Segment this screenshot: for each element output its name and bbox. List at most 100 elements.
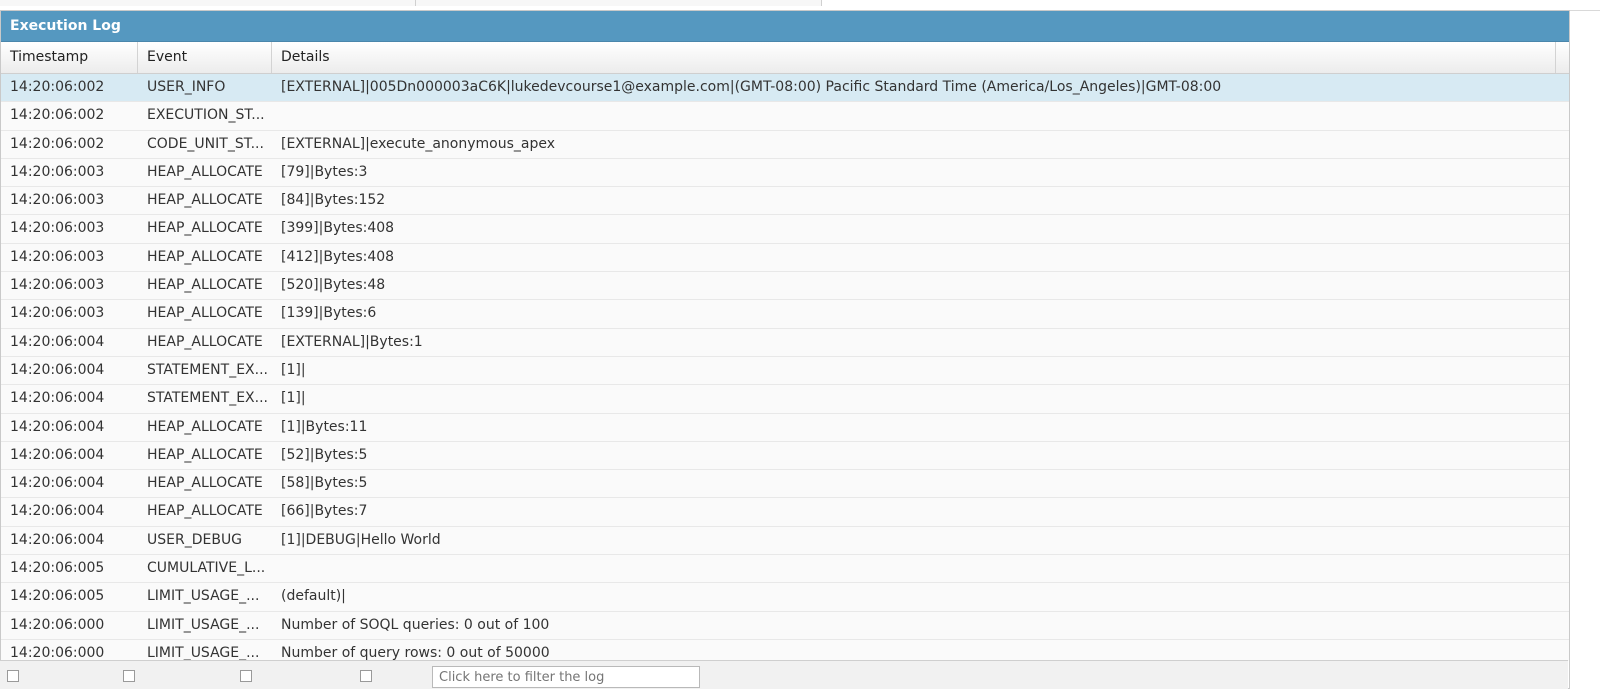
log-row[interactable]: 14:20:06:003 HEAP_ALLOCATE [84]|Bytes:152 — [1, 187, 1569, 216]
cell-details: Number of SOQL queries: 0 out of 100 — [281, 616, 550, 633]
log-row[interactable]: 14:20:06:004 STATEMENT_EX... [1]| — [1, 356, 1569, 386]
cell-details: [66]|Bytes:7 — [281, 503, 368, 520]
log-row[interactable]: 14:20:06:003 HEAP_ALLOCATE [139]|Bytes:6 — [1, 300, 1569, 329]
footer-checkbox[interactable] — [360, 670, 372, 682]
cell-event: LIMIT_USAGE_... — [147, 644, 260, 661]
cell-details: Number of query rows: 0 out of 50000 — [281, 644, 550, 661]
log-footer-toolbar — [0, 660, 1568, 689]
cell-event: USER_DEBUG — [147, 531, 243, 548]
log-row[interactable]: 14:20:06:005 LIMIT_USAGE_... (default)| — [1, 583, 1569, 612]
cell-details: [1]|DEBUG|Hello World — [281, 531, 441, 548]
cell-event: HEAP_ALLOCATE — [147, 333, 263, 350]
cell-timestamp: 14:20:06:002 — [10, 135, 105, 152]
cell-event: EXECUTION_ST... — [147, 107, 265, 124]
log-row[interactable]: 14:20:06:003 HEAP_ALLOCATE [79]|Bytes:3 — [1, 158, 1569, 188]
cell-event: HEAP_ALLOCATE — [147, 446, 263, 463]
cell-timestamp: 14:20:06:000 — [10, 616, 105, 633]
cell-timestamp: 14:20:06:004 — [10, 361, 105, 378]
cell-timestamp: 14:20:06:004 — [10, 390, 105, 407]
cell-details: [EXTERNAL]|execute_anonymous_apex — [281, 135, 555, 152]
cell-details — [272, 555, 1556, 582]
cell-details: [79]|Bytes:3 — [281, 163, 368, 180]
column-header-details[interactable]: Details — [272, 42, 1556, 73]
cell-details: [1]| — [281, 390, 306, 407]
column-header-event[interactable]: Event — [138, 42, 272, 73]
top-tab-segment — [0, 0, 416, 6]
execution-log-panel: Execution Log Timestamp Event Details 14… — [0, 10, 1570, 689]
cell-event: HEAP_ALLOCATE — [147, 277, 263, 294]
cell-timestamp: 14:20:06:004 — [10, 475, 105, 492]
cell-timestamp: 14:20:06:002 — [10, 107, 105, 124]
cell-event: CODE_UNIT_ST... — [147, 135, 264, 152]
log-row[interactable]: 14:20:06:004 HEAP_ALLOCATE [EXTERNAL]|Byte… — [1, 328, 1569, 357]
cell-event: USER_INFO — [147, 79, 226, 95]
top-tab-segment — [416, 0, 822, 6]
cell-details: [84]|Bytes:152 — [281, 192, 386, 209]
cell-timestamp: 14:20:06:004 — [10, 418, 105, 435]
log-row[interactable]: 14:20:06:004 HEAP_ALLOCATE [58]|Bytes:5 — [1, 470, 1569, 499]
cell-details: [58]|Bytes:5 — [281, 475, 368, 492]
column-header-timestamp[interactable]: Timestamp — [1, 42, 138, 73]
cell-timestamp: 14:20:06:003 — [10, 277, 105, 294]
cell-details: [EXTERNAL]|005Dn000003aC6K|lukedevcourse… — [281, 79, 1222, 95]
cell-event: CUMULATIVE_L... — [147, 560, 266, 577]
cell-details: (default)| — [281, 588, 346, 605]
log-filter-input[interactable] — [432, 666, 700, 688]
log-row[interactable]: 14:20:06:000 LIMIT_USAGE_... Number of SOQ… — [1, 611, 1569, 640]
cell-details: [399]|Bytes:408 — [281, 220, 395, 237]
footer-checkbox[interactable] — [7, 670, 19, 682]
grid-header: Timestamp Event Details — [1, 42, 1569, 74]
log-row[interactable]: 14:20:06:003 HEAP_ALLOCATE [520]|Bytes:48 — [1, 272, 1569, 301]
cell-details: [EXTERNAL]|Bytes:1 — [281, 333, 423, 350]
footer-checkbox[interactable] — [240, 670, 252, 682]
log-row[interactable]: 14:20:06:004 USER_DEBUG [1]|DEBUG|Hello Wo… — [1, 526, 1569, 556]
cell-timestamp: 14:20:06:005 — [10, 560, 105, 577]
cell-timestamp: 14:20:06:003 — [10, 248, 105, 265]
log-row[interactable]: 14:20:06:002 USER_INFO [EXTERNAL]|005Dn000… — [1, 74, 1569, 103]
log-row[interactable]: 14:20:06:004 HEAP_ALLOCATE [1]|Bytes:11 — [1, 413, 1569, 442]
cell-details: [1]|Bytes:11 — [281, 418, 368, 435]
log-row[interactable]: 14:20:06:004 STATEMENT_EX... [1]| — [1, 385, 1569, 414]
cell-event: HEAP_ALLOCATE — [147, 248, 263, 265]
cell-timestamp: 14:20:06:003 — [10, 192, 105, 209]
cell-details: [1]| — [281, 361, 306, 378]
cell-event: LIMIT_USAGE_... — [147, 588, 260, 605]
log-rows[interactable]: 14:20:06:002 USER_INFO [EXTERNAL]|005Dn000… — [1, 74, 1569, 661]
log-row[interactable]: 14:20:06:003 HEAP_ALLOCATE [412]|Bytes:408 — [1, 243, 1569, 273]
cell-timestamp: 14:20:06:003 — [10, 220, 105, 237]
log-row[interactable]: 14:20:06:002 CODE_UNIT_ST... [EXTERNAL]|ex… — [1, 130, 1569, 159]
cell-timestamp: 14:20:06:000 — [10, 644, 105, 661]
cell-timestamp: 14:20:06:003 — [10, 163, 105, 180]
cell-timestamp: 14:20:06:004 — [10, 333, 105, 350]
log-row[interactable]: 14:20:06:004 HEAP_ALLOCATE [52]|Bytes:5 — [1, 441, 1569, 471]
cell-event: HEAP_ALLOCATE — [147, 503, 263, 520]
cell-timestamp: 14:20:06:002 — [10, 79, 105, 95]
cell-event: HEAP_ALLOCATE — [147, 305, 263, 322]
cell-timestamp: 14:20:06:005 — [10, 588, 105, 605]
log-row[interactable]: 14:20:06:005 CUMULATIVE_L... — [1, 555, 1569, 584]
cell-details: [520]|Bytes:48 — [281, 277, 386, 294]
cell-event: STATEMENT_EX... — [147, 390, 268, 407]
cell-details: [139]|Bytes:6 — [281, 305, 377, 322]
footer-checkbox[interactable] — [123, 670, 135, 682]
log-row[interactable]: 14:20:06:000 LIMIT_USAGE_... Number of que… — [1, 639, 1569, 661]
log-row[interactable]: 14:20:06:002 EXECUTION_ST... — [1, 102, 1569, 131]
column-header-spacer — [1556, 42, 1569, 73]
log-row[interactable]: 14:20:06:004 HEAP_ALLOCATE [66]|Bytes:7 — [1, 498, 1569, 527]
cell-event: LIMIT_USAGE_... — [147, 616, 260, 633]
panel-title: Execution Log — [1, 11, 1569, 42]
cell-event: HEAP_ALLOCATE — [147, 220, 263, 237]
cell-details: [52]|Bytes:5 — [281, 446, 368, 463]
log-row[interactable]: 14:20:06:003 HEAP_ALLOCATE [399]|Bytes:408 — [1, 215, 1569, 244]
cell-event: STATEMENT_EX... — [147, 361, 268, 378]
cell-event: HEAP_ALLOCATE — [147, 192, 263, 209]
cell-timestamp: 14:20:06:003 — [10, 305, 105, 322]
cell-event: HEAP_ALLOCATE — [147, 475, 263, 492]
cell-event: HEAP_ALLOCATE — [147, 418, 263, 435]
cell-timestamp: 14:20:06:004 — [10, 446, 105, 463]
cell-details — [272, 102, 1556, 129]
cell-event: HEAP_ALLOCATE — [147, 163, 263, 180]
cell-timestamp: 14:20:06:004 — [10, 531, 105, 548]
cell-details: [412]|Bytes:408 — [281, 248, 395, 265]
cell-timestamp: 14:20:06:004 — [10, 503, 105, 520]
